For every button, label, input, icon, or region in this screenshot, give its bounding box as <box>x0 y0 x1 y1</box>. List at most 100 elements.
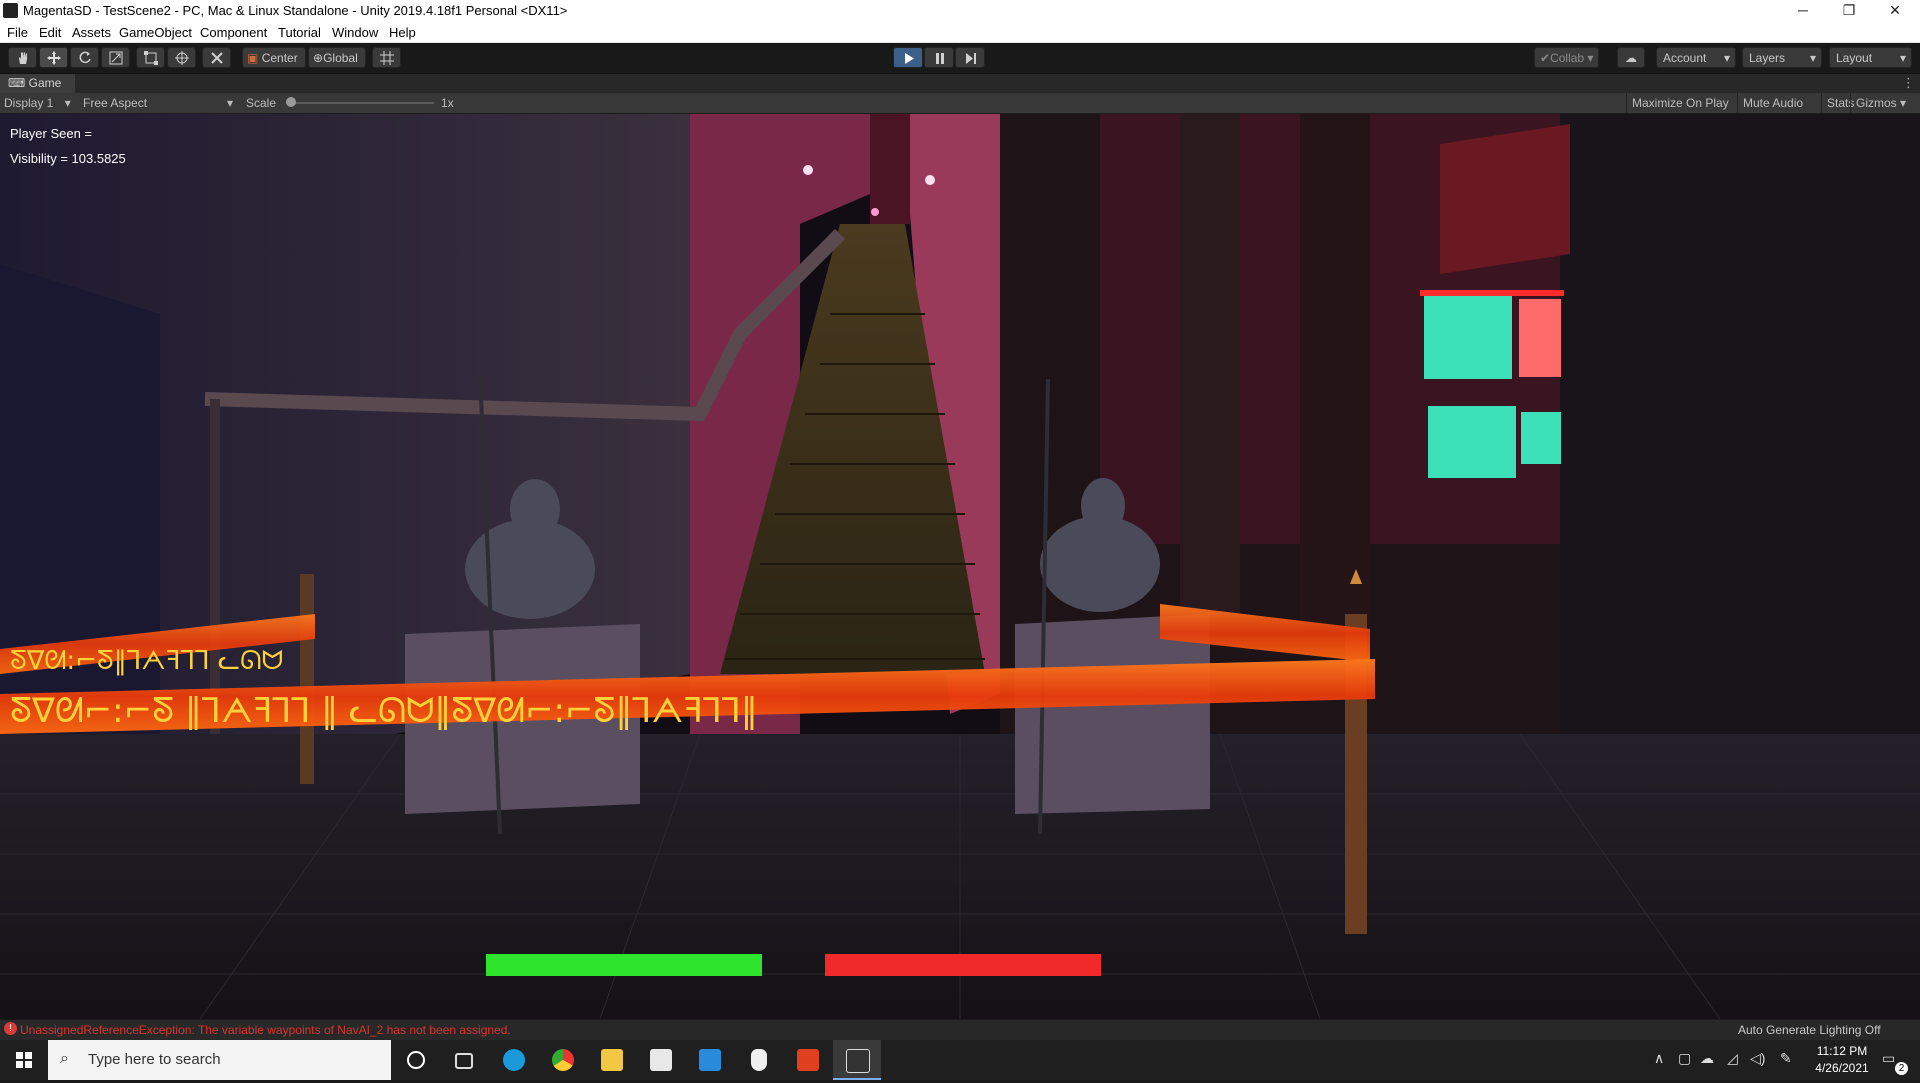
layout-dropdown[interactable]: Layout ▾ <box>1829 47 1912 68</box>
onedrive-icon[interactable]: ☁ <box>1700 1050 1714 1067</box>
account-dropdown[interactable]: Account ▾ <box>1656 47 1736 68</box>
pivot-icon: ▣ <box>247 51 259 65</box>
menu-component[interactable]: Component <box>200 25 267 40</box>
play-button[interactable] <box>893 47 923 68</box>
scale-tool-icon[interactable] <box>101 47 130 68</box>
chevron-down-icon: ▾ <box>1900 96 1907 110</box>
tape-glyphs-upper: ᘕ∇ᘛ:⌐ᘕ‖⅂ᗅꟻ⅂Ꞁ ᓚᘏᗢ <box>10 646 283 676</box>
step-button[interactable] <box>955 47 985 68</box>
menu-bar: File Edit Assets GameObject Component Tu… <box>0 22 1920 43</box>
transform-tool-icon[interactable] <box>167 47 196 68</box>
global-space-button[interactable]: ⊕Global <box>308 47 366 68</box>
layers-label: Layers <box>1749 51 1786 65</box>
globe-icon: ⊕ <box>313 51 324 65</box>
menu-edit[interactable]: Edit <box>39 25 61 40</box>
gizmos-label: Gizmos <box>1856 96 1897 110</box>
window-title-bar: MagentaSD - TestScene2 - PC, Mac & Linux… <box>0 0 1920 22</box>
tape-glyphs: ᘕ∇ᘛ⌐:⌐ᘕ ‖⅂ᗅꟻ⅂Ꞁ ‖ ᓚᘏᗢ‖ᘕ∇ᘛ⌐:⌐ᘕ‖⅂ᗅꟻ⅂Ꞁ‖ <box>10 691 758 731</box>
maximize-button[interactable]: ❐ <box>1826 0 1872 22</box>
grid-snap-icon[interactable] <box>372 47 401 68</box>
chrome-icon[interactable] <box>539 1040 587 1080</box>
scale-slider-handle[interactable] <box>286 97 296 107</box>
mute-audio-toggle[interactable]: Mute Audio <box>1737 93 1808 113</box>
close-button[interactable]: ✕ <box>1872 0 1918 22</box>
player-seen-text: Player Seen = <box>10 126 93 141</box>
cloud-icon: ☁ <box>1625 51 1637 65</box>
menu-file[interactable]: File <box>7 25 28 40</box>
alienware-icon[interactable] <box>735 1040 783 1080</box>
cortana-icon[interactable] <box>392 1040 440 1080</box>
scale-slider-track[interactable] <box>286 102 434 104</box>
store-icon[interactable] <box>637 1040 685 1080</box>
tray-chevron-icon[interactable]: ∧ <box>1654 1050 1664 1067</box>
volume-icon[interactable]: ◁) <box>1750 1050 1765 1067</box>
error-icon: ! <box>4 1022 17 1035</box>
game-tab-bar <box>0 74 1920 93</box>
pivot-center-button[interactable]: ▣ Center <box>242 47 306 68</box>
display-dropdown[interactable]: Display 1 ▾ <box>4 96 71 110</box>
health-bar-green <box>486 954 762 976</box>
windows-logo-icon <box>16 1052 32 1068</box>
rect-tool-icon[interactable] <box>136 47 165 68</box>
account-label: Account <box>1663 51 1707 65</box>
collab-label: Collab <box>1550 51 1585 65</box>
visibility-text: Visibility = 103.5825 <box>10 151 126 166</box>
display-label: Display 1 <box>4 96 54 110</box>
unity-app-icon <box>3 3 18 18</box>
menu-help[interactable]: Help <box>389 25 416 40</box>
lighting-status-text[interactable]: Auto Generate Lighting Off <box>1738 1023 1881 1037</box>
chevron-down-icon: ▾ <box>64 96 71 110</box>
status-bar: ! UnassignedReferenceException: The vari… <box>0 1020 1920 1040</box>
chevron-down-icon: ▾ <box>1809 51 1816 65</box>
custom-tool-icon[interactable] <box>202 47 231 68</box>
chevron-down-icon: ▾ <box>1723 51 1730 65</box>
tab-game[interactable]: ⌨ Game <box>0 74 75 93</box>
gizmos-dropdown[interactable]: Gizmos ▾ <box>1850 93 1911 113</box>
office-icon[interactable] <box>784 1040 832 1080</box>
console-error-text[interactable]: UnassignedReferenceException: The variab… <box>20 1023 511 1037</box>
space-label: Global <box>323 51 358 65</box>
menu-window[interactable]: Window <box>332 25 378 40</box>
collab-button[interactable]: ✔Collab ▾ <box>1534 47 1599 68</box>
task-view-icon[interactable] <box>440 1040 488 1080</box>
scale-value: 1x <box>441 96 454 110</box>
cloud-button[interactable]: ☁ <box>1617 47 1645 68</box>
search-icon: ⌕ <box>60 1050 69 1067</box>
clock-time[interactable]: 11:12 PM <box>1812 1044 1872 1058</box>
search-placeholder: Type here to search <box>88 1051 221 1068</box>
hand-tool-icon[interactable] <box>8 47 37 68</box>
scale-label: Scale <box>246 96 277 110</box>
tab-menu-icon[interactable]: ⋮ <box>1902 75 1915 91</box>
pen-icon[interactable]: ✎ <box>1780 1050 1792 1067</box>
main-toolbar: ▣ Center ⊕Global ✔Collab ▾ ☁ Account ▾ La… <box>0 43 1920 74</box>
pause-button[interactable] <box>924 47 954 68</box>
gamepad-icon: ⌨ <box>8 76 26 90</box>
clock-date[interactable]: 4/26/2021 <box>1812 1061 1872 1075</box>
menu-gameobject[interactable]: GameObject <box>119 25 192 40</box>
maximize-on-play-toggle[interactable]: Maximize On Play <box>1626 93 1734 113</box>
health-bar-red <box>825 954 1101 976</box>
layers-dropdown[interactable]: Layers ▾ <box>1742 47 1822 68</box>
aspect-dropdown[interactable]: Free Aspect ▾ <box>83 96 233 110</box>
rotate-tool-icon[interactable] <box>70 47 99 68</box>
menu-tutorial[interactable]: Tutorial <box>278 25 321 40</box>
start-button[interactable] <box>0 1040 48 1080</box>
layout-label: Layout <box>1836 51 1873 65</box>
taskbar-search-input[interactable]: ⌕ Type here to search <box>48 1040 391 1080</box>
unity-icon[interactable] <box>833 1040 881 1080</box>
meet-now-icon[interactable]: ▢ <box>1678 1050 1691 1067</box>
game-view[interactable]: ᘕ∇ᘛ⌐:⌐ᘕ ‖⅂ᗅꟻ⅂Ꞁ ‖ ᓚᘏᗢ‖ᘕ∇ᘛ⌐:⌐ᘕ‖⅂ᗅꟻ⅂Ꞁ‖ ᘕ∇ᘛ:… <box>0 114 1920 1019</box>
notification-icon[interactable]: ▭ <box>1882 1050 1895 1067</box>
chevron-down-icon: ▾ <box>1899 51 1906 65</box>
game-tab-label: Game <box>28 76 62 90</box>
minimize-button[interactable]: ─ <box>1780 0 1826 22</box>
network-icon[interactable]: ◿ <box>1727 1050 1738 1067</box>
menu-assets[interactable]: Assets <box>72 25 111 40</box>
pivot-label: Center <box>261 51 298 65</box>
edge-icon[interactable] <box>490 1040 538 1080</box>
mail-icon[interactable] <box>686 1040 734 1080</box>
game-scene-render: ᘕ∇ᘛ⌐:⌐ᘕ ‖⅂ᗅꟻ⅂Ꞁ ‖ ᓚᘏᗢ‖ᘕ∇ᘛ⌐:⌐ᘕ‖⅂ᗅꟻ⅂Ꞁ‖ ᘕ∇ᘛ:… <box>0 114 1920 1019</box>
move-tool-icon[interactable] <box>39 47 68 68</box>
file-explorer-icon[interactable] <box>588 1040 636 1080</box>
chevron-down-icon: ▾ <box>226 96 233 110</box>
